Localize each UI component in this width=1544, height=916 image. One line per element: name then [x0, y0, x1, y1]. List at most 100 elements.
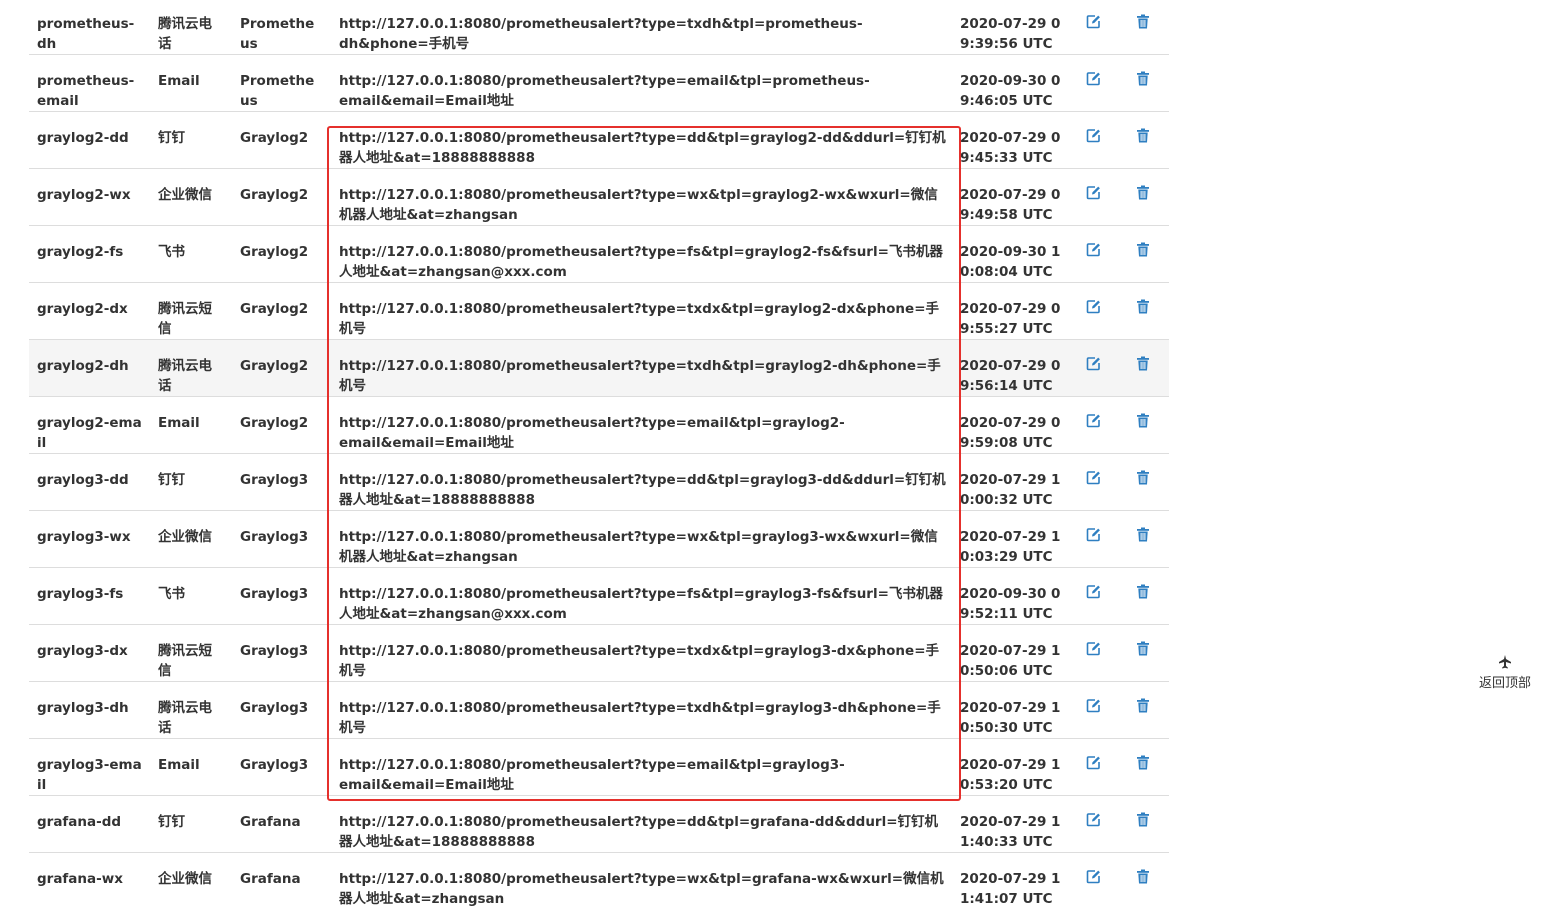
- edit-icon[interactable]: [1086, 71, 1102, 87]
- cell-delete: [1118, 852, 1169, 909]
- cell-edit: [1069, 168, 1118, 226]
- edit-icon[interactable]: [1086, 641, 1102, 657]
- cell-delete: [1118, 681, 1169, 739]
- table-row: graylog3-fs 飞书 Graylog3 http://127.0.0.1…: [29, 567, 1169, 625]
- cell-channel: Email: [150, 738, 232, 796]
- cell-name: graylog2-dd: [29, 111, 150, 169]
- table-row: prometheus-dh 腾讯云电话 Prometheus http://12…: [29, 0, 1169, 55]
- cell-channel: Email: [150, 396, 232, 454]
- edit-icon[interactable]: [1086, 527, 1102, 543]
- cell-delete: [1118, 0, 1169, 55]
- cell-name: graylog3-fs: [29, 567, 150, 625]
- trash-icon[interactable]: [1136, 812, 1152, 828]
- cell-delete: [1118, 510, 1169, 568]
- trash-icon[interactable]: [1136, 185, 1152, 201]
- cell-delete: [1118, 111, 1169, 169]
- cell-name: graylog3-dd: [29, 453, 150, 511]
- cell-name: prometheus-email: [29, 54, 150, 112]
- cell-source: Graylog3: [232, 681, 330, 739]
- table-row: graylog3-dd 钉钉 Graylog3 http://127.0.0.1…: [29, 453, 1169, 511]
- trash-icon[interactable]: [1136, 14, 1152, 30]
- cell-time: 2020-09-30 09:46:05 UTC: [955, 54, 1069, 112]
- table-row: grafana-wx 企业微信 Grafana http://127.0.0.1…: [29, 852, 1169, 909]
- cell-channel: 钉钉: [150, 111, 232, 169]
- table-row: graylog2-wx 企业微信 Graylog2 http://127.0.0…: [29, 168, 1169, 226]
- cell-delete: [1118, 339, 1169, 397]
- cell-source: Graylog2: [232, 282, 330, 340]
- cell-time: 2020-07-29 10:50:30 UTC: [955, 681, 1069, 739]
- cell-channel: 腾讯云短信: [150, 624, 232, 682]
- edit-icon[interactable]: [1086, 242, 1102, 258]
- template-table: prometheus-dh 腾讯云电话 Prometheus http://12…: [29, 0, 1169, 909]
- cell-channel: 企业微信: [150, 510, 232, 568]
- edit-icon[interactable]: [1086, 185, 1102, 201]
- edit-icon[interactable]: [1086, 869, 1102, 885]
- cell-time: 2020-07-29 10:50:06 UTC: [955, 624, 1069, 682]
- edit-icon[interactable]: [1086, 584, 1102, 600]
- cell-source: Graylog3: [232, 453, 330, 511]
- cell-time: 2020-07-29 09:59:08 UTC: [955, 396, 1069, 454]
- cell-edit: [1069, 453, 1118, 511]
- edit-icon[interactable]: [1086, 299, 1102, 315]
- cell-time: 2020-07-29 11:40:33 UTC: [955, 795, 1069, 853]
- cell-url: http://127.0.0.1:8080/prometheusalert?ty…: [330, 225, 955, 283]
- edit-icon[interactable]: [1086, 413, 1102, 429]
- trash-icon[interactable]: [1136, 755, 1152, 771]
- cell-url: http://127.0.0.1:8080/prometheusalert?ty…: [330, 0, 955, 55]
- cell-edit: [1069, 681, 1118, 739]
- cell-channel: 钉钉: [150, 795, 232, 853]
- back-to-top-button[interactable]: 返回顶部: [1472, 655, 1538, 691]
- cell-channel: 企业微信: [150, 852, 232, 909]
- cell-delete: [1118, 225, 1169, 283]
- cell-edit: [1069, 852, 1118, 909]
- edit-icon[interactable]: [1086, 755, 1102, 771]
- cell-name: graylog2-wx: [29, 168, 150, 226]
- cell-edit: [1069, 567, 1118, 625]
- cell-source: Prometheus: [232, 0, 330, 55]
- edit-icon[interactable]: [1086, 14, 1102, 30]
- cell-edit: [1069, 510, 1118, 568]
- cell-url: http://127.0.0.1:8080/prometheusalert?ty…: [330, 54, 955, 112]
- cell-name: grafana-wx: [29, 852, 150, 909]
- table-row: graylog3-email Email Graylog3 http://127…: [29, 738, 1169, 796]
- cell-source: Graylog3: [232, 624, 330, 682]
- trash-icon[interactable]: [1136, 128, 1152, 144]
- edit-icon[interactable]: [1086, 128, 1102, 144]
- cell-url: http://127.0.0.1:8080/prometheusalert?ty…: [330, 738, 955, 796]
- cell-name: graylog3-dh: [29, 681, 150, 739]
- cell-channel: 腾讯云电话: [150, 339, 232, 397]
- cell-edit: [1069, 738, 1118, 796]
- edit-icon[interactable]: [1086, 812, 1102, 828]
- cell-name: prometheus-dh: [29, 0, 150, 55]
- table-row: graylog2-dh 腾讯云电话 Graylog2 http://127.0.…: [29, 339, 1169, 397]
- cell-source: Graylog3: [232, 738, 330, 796]
- cell-channel: 腾讯云短信: [150, 282, 232, 340]
- edit-icon[interactable]: [1086, 356, 1102, 372]
- cell-channel: Email: [150, 54, 232, 112]
- trash-icon[interactable]: [1136, 527, 1152, 543]
- trash-icon[interactable]: [1136, 470, 1152, 486]
- cell-source: Graylog2: [232, 396, 330, 454]
- trash-icon[interactable]: [1136, 356, 1152, 372]
- trash-icon[interactable]: [1136, 641, 1152, 657]
- cell-name: graylog3-email: [29, 738, 150, 796]
- edit-icon[interactable]: [1086, 698, 1102, 714]
- cell-name: grafana-dd: [29, 795, 150, 853]
- trash-icon[interactable]: [1136, 869, 1152, 885]
- trash-icon[interactable]: [1136, 413, 1152, 429]
- trash-icon[interactable]: [1136, 584, 1152, 600]
- cell-channel: 腾讯云电话: [150, 681, 232, 739]
- trash-icon[interactable]: [1136, 698, 1152, 714]
- page: prometheus-dh 腾讯云电话 Prometheus http://12…: [0, 0, 1544, 916]
- cell-time: 2020-07-29 10:03:29 UTC: [955, 510, 1069, 568]
- back-to-top-label: 返回顶部: [1478, 676, 1531, 691]
- edit-icon[interactable]: [1086, 470, 1102, 486]
- cell-url: http://127.0.0.1:8080/prometheusalert?ty…: [330, 453, 955, 511]
- cell-name: graylog2-fs: [29, 225, 150, 283]
- trash-icon[interactable]: [1136, 299, 1152, 315]
- trash-icon[interactable]: [1136, 71, 1152, 87]
- trash-icon[interactable]: [1136, 242, 1152, 258]
- cell-url: http://127.0.0.1:8080/prometheusalert?ty…: [330, 624, 955, 682]
- cell-delete: [1118, 624, 1169, 682]
- cell-name: graylog3-dx: [29, 624, 150, 682]
